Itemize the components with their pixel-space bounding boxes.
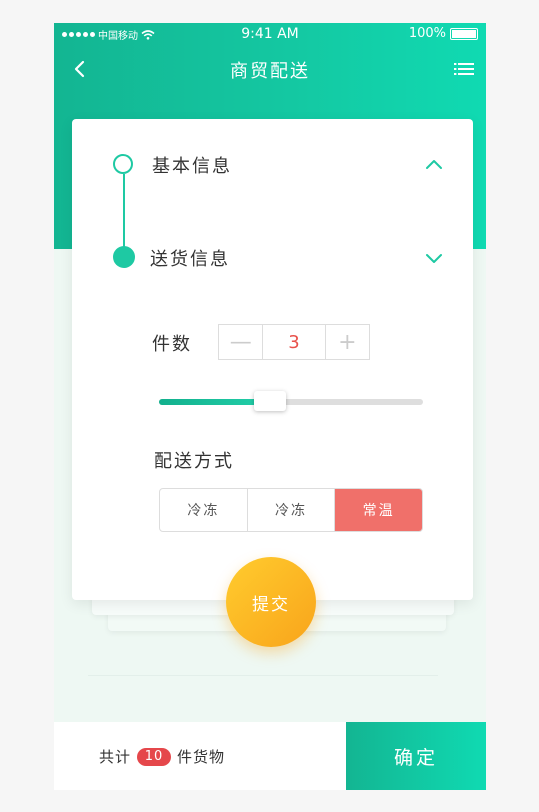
delivery-method-selector: 冷冻 冷冻 常温 <box>159 488 423 532</box>
status-bar: 中国移动 9:41 AM 100% <box>54 23 486 45</box>
chevron-up-icon[interactable] <box>425 157 443 171</box>
menu-icon[interactable] <box>454 61 474 77</box>
bottom-bar: 共计 10 件货物 确定 <box>54 722 486 790</box>
total-summary: 共计 10 件货物 <box>99 746 225 767</box>
step-connector <box>123 174 125 247</box>
step-delivery-info[interactable]: 送货信息 <box>150 245 230 271</box>
submit-button[interactable]: 提交 <box>226 557 316 647</box>
battery-icon <box>450 27 478 40</box>
confirm-button[interactable]: 确定 <box>346 722 486 790</box>
slider-thumb[interactable] <box>254 391 286 411</box>
quantity-stepper: — 3 + <box>218 324 370 360</box>
battery-info: 100% <box>409 26 478 41</box>
decrement-button[interactable]: — <box>219 325 262 359</box>
step-indicator-delivery <box>113 246 135 268</box>
quantity-label: 件数 <box>152 334 192 355</box>
form-card: 基本信息 送货信息 件数 — 3 + 配送方式 冷冻 冷冻 常温 <box>72 119 473 600</box>
nav-bar: 商贸配送 <box>54 45 486 95</box>
quantity-value[interactable]: 3 <box>262 325 326 359</box>
phone-screen: 中国移动 9:41 AM 100% 商贸配送 基本信息 送货信息 件数 — 3 <box>54 23 486 790</box>
step-indicator-basic <box>113 154 133 174</box>
step-basic-info[interactable]: 基本信息 <box>152 152 232 178</box>
delivery-method-label: 配送方式 <box>154 451 234 472</box>
battery-percent: 100% <box>408 26 446 41</box>
option-frozen-1[interactable]: 冷冻 <box>160 489 248 531</box>
increment-button[interactable]: + <box>326 325 369 359</box>
divider <box>88 675 438 676</box>
total-suffix: 件货物 <box>177 748 226 766</box>
total-prefix: 共计 <box>99 748 132 766</box>
count-badge: 10 <box>137 747 172 766</box>
quantity-slider[interactable] <box>159 391 423 413</box>
chevron-down-icon[interactable] <box>425 252 443 266</box>
option-room-temp[interactable]: 常温 <box>335 489 422 531</box>
option-frozen-2[interactable]: 冷冻 <box>248 489 336 531</box>
page-title: 商贸配送 <box>230 61 310 82</box>
